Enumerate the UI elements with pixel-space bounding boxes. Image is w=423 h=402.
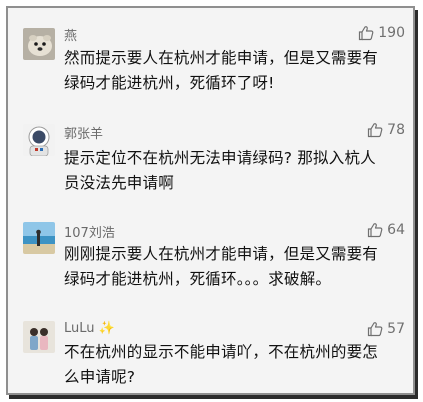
like-count: 64 <box>387 222 405 238</box>
comment-line: 绿码才能进杭州，死循环。。。求破解。 <box>64 270 332 288</box>
comment-username[interactable]: 燕 <box>64 25 77 44</box>
like-button[interactable]: 57 <box>367 321 405 337</box>
astronaut-avatar[interactable] <box>23 124 55 156</box>
comment-text: 不在杭州的显示不能申请吖，不在杭州的要怎 么申请呢? <box>64 340 408 390</box>
thumbs-up-icon <box>367 321 383 337</box>
seaside-avatar[interactable] <box>23 222 55 254</box>
comment-line: 不在杭州的显示不能申请吖，不在杭州的要怎 <box>64 343 379 361</box>
comment-line: 提示定位不在杭州无法申请绿码? 那拟入杭人 <box>64 149 376 167</box>
comment-line: 刚刚提示要人在杭州才能申请，但是又需要有 <box>64 245 379 263</box>
thumbs-up-icon <box>367 122 383 138</box>
comment-line: 么申请呢? <box>64 368 136 386</box>
like-count: 57 <box>387 321 405 337</box>
like-button[interactable]: 78 <box>367 122 405 138</box>
comment-username[interactable]: 107刘浩 <box>64 222 115 241</box>
comment-item: 燕 190 然而提示要人在杭州才能申请，但是又需要有 绿码才能进杭州，死循环了呀… <box>8 8 413 103</box>
thumbs-up-icon <box>358 25 374 41</box>
like-button[interactable]: 64 <box>367 222 405 238</box>
username-text: LuLu <box>64 321 95 336</box>
comment-item: 107刘浩 64 刚刚提示要人在杭州才能申请，但是又需要有 绿码才能进杭州，死循… <box>8 205 413 300</box>
thumbs-up-icon <box>367 222 383 238</box>
comment-username[interactable]: LuLu ✨ <box>64 321 115 336</box>
like-button[interactable]: 190 <box>358 25 405 41</box>
sea-otter-avatar[interactable] <box>23 28 55 60</box>
sparkle-icon: ✨ <box>98 321 115 336</box>
comment-text: 提示定位不在杭州无法申请绿码? 那拟入杭人 员没法先申请啊 <box>64 146 408 196</box>
comment-line: 员没法先申请啊 <box>64 174 174 192</box>
like-count: 78 <box>387 122 405 138</box>
like-count: 190 <box>378 25 405 41</box>
two-girls-avatar[interactable] <box>23 321 55 353</box>
comment-text: 刚刚提示要人在杭州才能申请，但是又需要有 绿码才能进杭州，死循环。。。求破解。 <box>64 242 408 292</box>
comment-username[interactable]: 郭张羊 <box>64 123 103 142</box>
comment-item: 郭张羊 78 提示定位不在杭州无法申请绿码? 那拟入杭人 员没法先申请啊 <box>8 108 413 200</box>
comment-item: LuLu ✨ 57 不在杭州的显示不能申请吖，不在杭州的要怎 么申请呢? <box>8 304 413 393</box>
comment-line: 绿码才能进杭州，死循环了呀! <box>64 74 275 92</box>
comment-line: 然而提示要人在杭州才能申请，但是又需要有 <box>64 49 379 67</box>
comment-text: 然而提示要人在杭州才能申请，但是又需要有 绿码才能进杭州，死循环了呀! <box>64 46 408 96</box>
comment-screenshot-frame: 燕 190 然而提示要人在杭州才能申请，但是又需要有 绿码才能进杭州，死循环了呀… <box>6 6 415 395</box>
